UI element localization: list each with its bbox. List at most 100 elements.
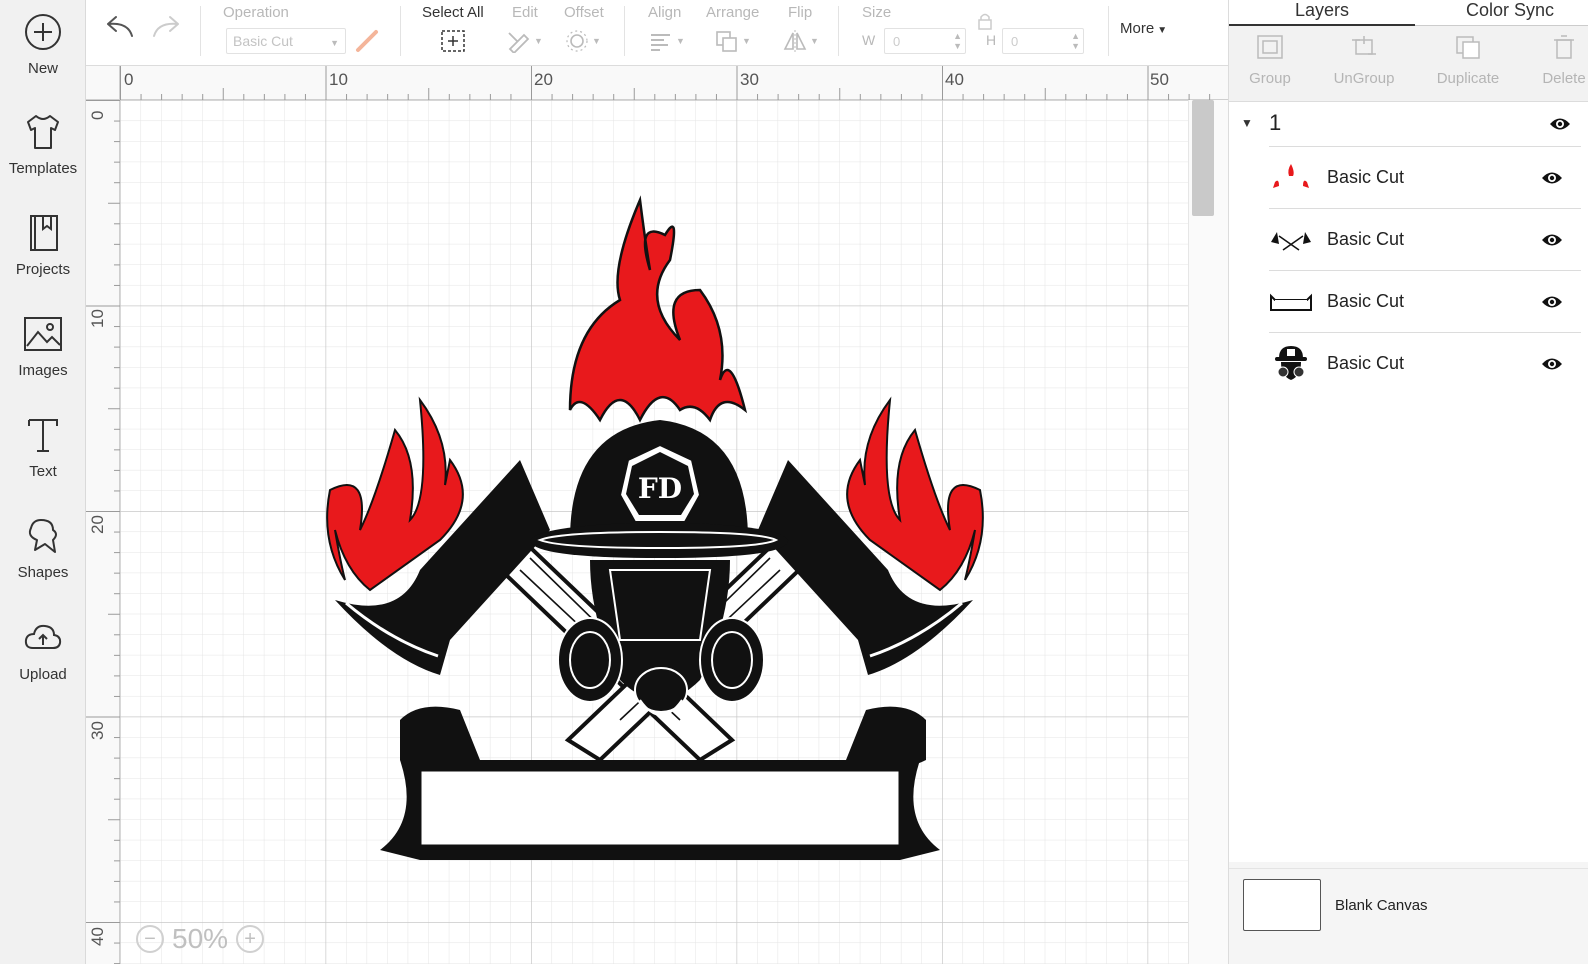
left-ruler: 0 10 20 30 40 <box>86 100 120 964</box>
helmet-thumb <box>1269 342 1313 386</box>
height-input[interactable]: 0 ▲ ▼ <box>1002 28 1084 54</box>
group-icon <box>1257 35 1283 59</box>
bookmark-book-icon <box>21 211 65 255</box>
redo-icon[interactable] <box>150 14 182 40</box>
sidebar-item-projects[interactable]: Projects <box>0 205 86 301</box>
tab-label: Color Sync <box>1465 0 1555 20</box>
sidebar-item-new[interactable]: New <box>0 4 86 100</box>
layer-name: Basic Cut <box>1327 167 1405 187</box>
duplicate-button[interactable]: Duplicate <box>1423 34 1513 87</box>
width-label: W <box>862 32 876 48</box>
stepper-icon: ▲ ▼ <box>953 31 962 51</box>
edit-tools-icon[interactable]: ▼ <box>506 28 543 54</box>
zoom-control: − 50% + <box>136 918 265 960</box>
tab-layers[interactable]: Layers <box>1229 0 1415 26</box>
image-icon <box>21 312 65 356</box>
vertical-scrollbar[interactable] <box>1188 100 1228 964</box>
sidebar-item-images[interactable]: Images <box>0 306 86 402</box>
eye-icon[interactable] <box>1549 116 1571 137</box>
ruler-mark: 40 <box>945 70 964 89</box>
ungroup-button[interactable]: UnGroup <box>1319 34 1409 87</box>
top-toolbar: Operation Basic Cut ▼ Select All Edit ▼ … <box>86 0 1228 66</box>
operation-select[interactable]: Basic Cut ▼ <box>226 28 346 54</box>
tshirt-icon <box>21 110 65 154</box>
ruler-mark: 30 <box>740 70 759 89</box>
ruler-mark: 30 <box>88 721 107 740</box>
lock-icon[interactable] <box>976 8 994 34</box>
canvas-settings: Blank Canvas <box>1229 868 1588 964</box>
duplicate-icon <box>1456 36 1480 59</box>
ruler-mark: 10 <box>329 70 348 89</box>
layer-row[interactable]: Basic Cut <box>1269 332 1581 394</box>
blank-canvas-swatch[interactable] <box>1243 879 1321 931</box>
operation-label: Operation <box>223 4 289 21</box>
edit-label: Edit <box>512 4 538 21</box>
sidebar-item-label: Templates <box>8 160 78 177</box>
tab-label: Layers <box>1294 0 1350 20</box>
more-button[interactable]: More ▼ <box>1120 20 1167 37</box>
height-label: H <box>986 32 997 48</box>
flip-icon[interactable]: ▼ <box>782 28 819 54</box>
select-all-icon[interactable] <box>440 28 466 54</box>
offset-icon[interactable]: ▼ <box>564 28 601 54</box>
stepper-icon: ▲ ▼ <box>1071 31 1080 51</box>
flip-label: Flip <box>788 4 813 21</box>
sidebar-item-upload[interactable]: Upload <box>0 610 86 706</box>
arrange-icon[interactable]: ▼ <box>714 28 751 54</box>
layer-row[interactable]: Basic Cut <box>1269 146 1581 208</box>
eye-icon[interactable] <box>1541 294 1563 315</box>
chevron-down-icon: ▼ <box>330 38 339 48</box>
chevron-down-icon: ▼ <box>1157 25 1168 36</box>
layers-panel: Layers Color Sync Group UnGroup Duplicat… <box>1228 0 1588 964</box>
zoom-out-button[interactable]: − <box>136 925 164 953</box>
caret-down-icon[interactable]: ▼ <box>1241 116 1253 130</box>
canvas-grid: FD <box>120 100 1188 964</box>
ruler-mark: 40 <box>88 927 107 946</box>
more-label: More <box>1120 20 1155 37</box>
design-canvas[interactable]: 0 10 20 30 40 50 0 10 20 30 40 FD − 50% … <box>86 66 1228 964</box>
ruler-mark: 20 <box>534 70 553 89</box>
ruler-mark: 0 <box>88 110 107 120</box>
tab-color-sync[interactable]: Color Sync <box>1415 0 1588 26</box>
text-t-icon <box>21 413 65 457</box>
ruler-mark: 10 <box>88 309 107 328</box>
layer-row[interactable]: Basic Cut <box>1269 270 1581 332</box>
ungroup-icon <box>1352 36 1376 55</box>
group-label: Group <box>1249 70 1291 87</box>
top-ruler: 0 10 20 30 40 50 <box>120 66 1228 100</box>
sidebar-item-label: Projects <box>15 261 71 278</box>
trash-icon <box>1554 35 1574 59</box>
scrollbar-thumb[interactable] <box>1192 100 1214 216</box>
sidebar-item-text[interactable]: Text <box>0 407 86 503</box>
blank-canvas-label: Blank Canvas <box>1335 897 1428 914</box>
pen-color-icon[interactable] <box>354 28 380 54</box>
layer-row[interactable]: Basic Cut <box>1269 208 1581 270</box>
sidebar-item-shapes[interactable]: Shapes <box>0 508 86 604</box>
group-button[interactable]: Group <box>1225 34 1315 87</box>
width-value: 0 <box>893 34 901 49</box>
delete-label: Delete <box>1542 70 1586 87</box>
align-icon[interactable]: ▼ <box>648 28 685 54</box>
arrange-label: Arrange <box>706 4 760 21</box>
width-input[interactable]: 0 ▲ ▼ <box>884 28 966 54</box>
zoom-in-button[interactable]: + <box>236 925 265 953</box>
align-label: Align <box>648 4 682 21</box>
layer-name: Basic Cut <box>1327 291 1405 311</box>
duplicate-label: Duplicate <box>1436 70 1500 87</box>
sidebar-item-label: Shapes <box>17 564 69 581</box>
layers-list: ▼ 1 Basic Cut Basic Cut Basic Cut Basic … <box>1229 102 1588 862</box>
layer-group-row[interactable]: ▼ 1 <box>1229 102 1588 146</box>
eye-icon[interactable] <box>1541 170 1563 191</box>
sidebar-item-templates[interactable]: Templates <box>0 104 86 200</box>
eye-icon[interactable] <box>1541 232 1563 253</box>
offset-label: Offset <box>564 4 604 21</box>
eye-icon[interactable] <box>1541 356 1563 377</box>
panel-tabs: Layers Color Sync <box>1229 0 1588 26</box>
delete-button[interactable]: Delete <box>1519 34 1588 87</box>
group-name: 1 <box>1269 110 1282 135</box>
layer-name: Basic Cut <box>1327 229 1405 249</box>
undo-icon[interactable] <box>104 14 136 40</box>
sidebar-item-label: Images <box>18 362 68 379</box>
sidebar-item-label: Text <box>29 463 57 480</box>
banner-thumb <box>1269 280 1313 324</box>
